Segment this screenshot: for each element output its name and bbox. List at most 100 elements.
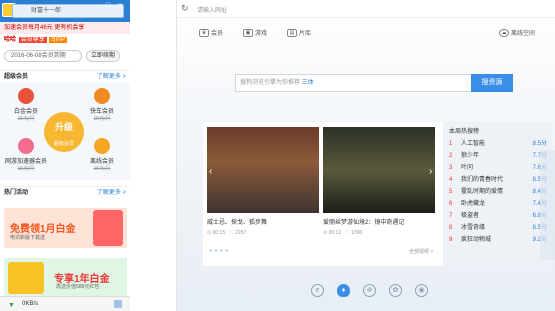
nav-offline-space[interactable]: ☁ 离线空间	[499, 28, 535, 38]
bottom-dock: e ♦ ✜ ✿ ◉	[305, 282, 435, 300]
video-thumbnail[interactable]	[323, 127, 435, 213]
prev-arrow-icon[interactable]: ‹	[209, 166, 212, 177]
rank-name: 冰雪奇缘	[461, 225, 486, 231]
rank-name: 狼少年	[461, 153, 480, 159]
rank-name: 极盗者	[461, 213, 480, 219]
rank-item[interactable]: 3叶问7.6分	[449, 162, 547, 174]
rank-item[interactable]: 8冰雪奇缘8.5分	[449, 222, 547, 234]
vip-item-express[interactable]: 快车会员 15元/月	[80, 88, 124, 122]
carousel-dots[interactable]: ● ● ● ●	[209, 248, 229, 254]
promo-banner-free-platinum[interactable]: 免费领1月白金 电讯新版下载送	[4, 208, 127, 248]
vip-item-price: 15元/月	[17, 166, 35, 172]
video-card[interactable]: 威士忌、探戈、狐步舞 ⊙ 00:15 ♡ 2287	[207, 127, 319, 247]
cloud-icon: ☁	[499, 29, 509, 38]
search-input[interactable]: 搜狗浏览引擎为你推荐 三体	[235, 74, 473, 92]
rank-name: 疯狂动物城	[461, 237, 492, 243]
search-suggestion[interactable]: 三体	[302, 80, 314, 86]
vip-item-game[interactable]: 网游加速器会员 15元/月	[4, 138, 48, 172]
panel-toggle-icon[interactable]	[114, 300, 122, 308]
rank-item[interactable]: 1 人工智能 8.5分	[449, 138, 547, 150]
rank-item[interactable]: 2狼少年7.7分	[449, 150, 547, 162]
upgrade-label: 升级	[54, 122, 73, 132]
rank-number: 4	[449, 177, 453, 183]
renew-button[interactable]: 立即续期	[86, 50, 121, 62]
vip-section-title: 超级会员	[4, 74, 29, 80]
rank-title: 本周热搜榜	[449, 129, 480, 135]
banner-subtitle: 再送价值588元红包	[56, 284, 100, 290]
rank-item[interactable]: 4我们的青春时代8.5分	[449, 174, 547, 186]
minimize-button[interactable]: —	[96, 2, 103, 9]
video-thumbnail[interactable]	[207, 127, 319, 213]
activity-section-header: 热门活动 了解更多 >	[0, 186, 130, 198]
nav-film[interactable]: ▤ 片库	[287, 28, 312, 38]
top-nav: ♛ 会员 ▣ 游戏 ▤ 片库 ☁ 离线空间	[177, 18, 555, 48]
rank-number: 3	[449, 165, 453, 171]
rank-item[interactable]: 7极盗者6.8分	[449, 210, 547, 222]
vip-badge[interactable]: 会员尊享	[18, 37, 47, 43]
svip-badge[interactable]: SVIP	[49, 37, 68, 43]
banner-subtitle: 电讯新版下载送	[10, 235, 46, 241]
rank-item[interactable]: 6卧虎藏龙7.4分	[449, 198, 547, 210]
nav-games[interactable]: ▣ 游戏	[243, 28, 268, 38]
video-likes: 1090	[351, 230, 363, 236]
vip-item-name: 离线会员	[89, 159, 114, 165]
video-duration: 00:15	[212, 230, 226, 236]
e-icon[interactable]: e	[311, 284, 324, 297]
maximize-button[interactable]: □	[106, 2, 110, 9]
rank-item[interactable]: 9疯狂动物城9.2分	[449, 234, 547, 246]
activity-more-link[interactable]: 了解更多 >	[97, 187, 126, 199]
video-card[interactable]: 爱丽丝梦游仙境2：镜中奇遇记 ⊙ 00:12 ♡ 1090	[323, 127, 435, 247]
vip-item-price: 15元/月	[93, 116, 111, 122]
search-placeholder: 搜狗浏览引擎为你推荐	[240, 80, 301, 86]
gap	[130, 0, 176, 311]
expiry-row: 2016-06-08会员到期 立即续期	[0, 48, 130, 66]
video-duration: 00:12	[328, 230, 342, 236]
nav-label: 片库	[299, 31, 312, 37]
refresh-icon[interactable]: ↻	[181, 3, 189, 14]
download-arrow-icon: ▼	[8, 302, 15, 309]
crown-icon: ♛	[199, 29, 209, 38]
nav-vip[interactable]: ♛ 会员	[199, 28, 223, 38]
all-videos-link[interactable]: 全部视频 >	[409, 248, 433, 255]
vip-status-line: 哈哈 会员尊享 SVIP	[0, 34, 130, 46]
gamepad-icon[interactable]: ✜	[363, 284, 376, 297]
rank-name: 我们的青春时代	[461, 177, 504, 183]
rank-score: 8.5分	[532, 141, 547, 147]
search-button[interactable]: 搜资源	[471, 74, 513, 92]
vip-item-offline[interactable]: 离线会员 15元/月	[80, 138, 124, 172]
video-title[interactable]: 威士忌、探戈、狐步舞	[207, 217, 319, 226]
address-bar[interactable]: ↻ 请输入网址	[177, 0, 555, 18]
rank-name: 霍乱时期的爱情	[461, 189, 504, 195]
rank-number: 9	[449, 237, 453, 243]
eye-icon[interactable]: ◉	[415, 284, 428, 297]
upgrade-sub: 超级会员	[53, 141, 74, 147]
right-edge-panel	[540, 150, 555, 260]
nav-label: 游戏	[255, 31, 268, 37]
promo-text[interactable]: 加速会员每月46元 更有机会享	[0, 22, 130, 34]
game-icon	[18, 138, 34, 154]
vip-item-price: 15元/月	[93, 166, 111, 172]
video-meta: ⊙ 00:12 ♡ 1090	[323, 230, 363, 236]
download-client-panel: 财富十一郎 — □ ✕ 加速会员每月46元 更有机会享 哈哈 会员尊享 SVIP…	[0, 0, 130, 311]
game-icon: ▣	[243, 29, 253, 38]
close-button[interactable]: ✕	[117, 2, 123, 10]
rank-item[interactable]: 5霍乱时期的爱情8.4分	[449, 186, 547, 198]
hot-search-rank: 本周热搜榜 1人工智能8.5分 2狼少年7.7分 3叶问7.6分 4我们的青春时…	[443, 122, 553, 266]
rocket-icon	[18, 88, 34, 104]
rank-number: 8	[449, 225, 453, 231]
rank-name: 人工智能	[461, 141, 486, 147]
vip-item-name: 白金会员	[13, 109, 38, 115]
vip-grid: 白金会员 15元/月 快车会员 15元/月 网游加速器会员 15元/月 离线会员…	[0, 82, 130, 180]
promo-banner-year-platinum[interactable]: 专享1年白金 再送价值588元红包	[4, 258, 127, 298]
next-arrow-icon[interactable]: ›	[429, 166, 432, 177]
ball-icon[interactable]: ✿	[389, 284, 402, 297]
vip-item-price: 15元/月	[17, 116, 35, 122]
rank-name: 卧虎藏龙	[461, 201, 486, 207]
upgrade-button[interactable]: 升级 超级会员	[44, 112, 84, 152]
film-icon: ▤	[287, 29, 297, 38]
drop-icon[interactable]: ♦	[337, 284, 350, 297]
vip-item-platinum[interactable]: 白金会员 15元/月	[4, 88, 48, 122]
video-title[interactable]: 爱丽丝梦游仙境2：镜中奇遇记	[323, 217, 435, 226]
address-input[interactable]: 请输入网址	[197, 5, 227, 14]
rank-name: 叶问	[461, 165, 474, 171]
